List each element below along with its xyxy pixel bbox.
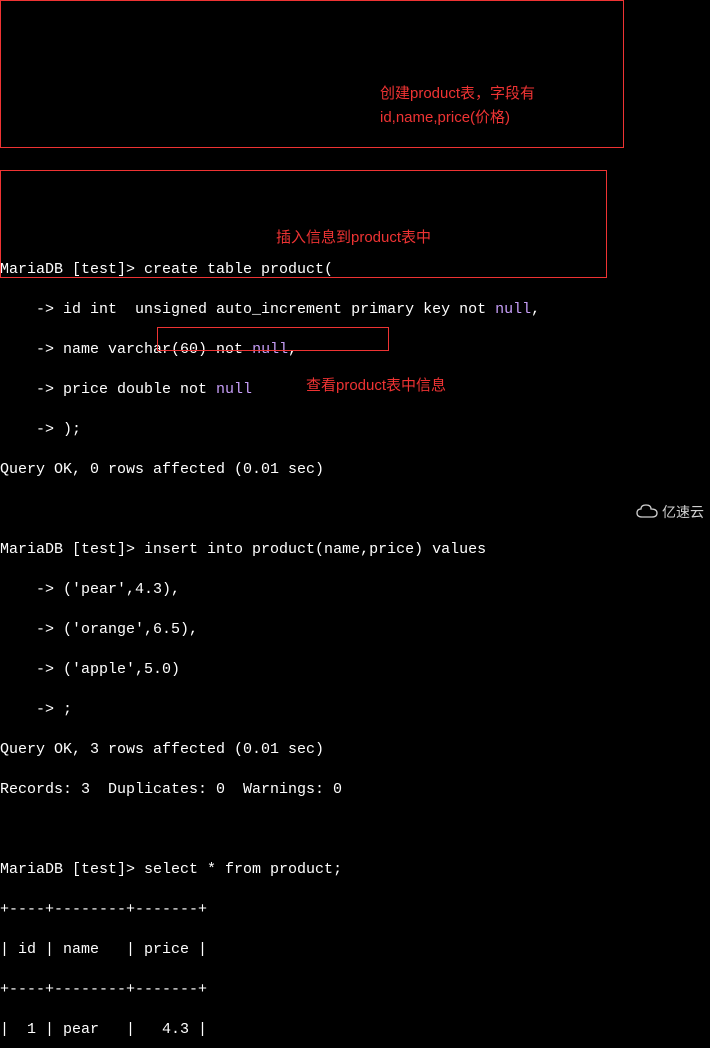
sql-stmt: insert into product(name,price) values bbox=[135, 541, 486, 558]
sql-cont: -> bbox=[0, 661, 54, 678]
sql-cont: -> bbox=[0, 301, 54, 318]
watermark: 亿速云 bbox=[636, 502, 704, 522]
annot-label-create-1: 创建product表，字段有 bbox=[380, 84, 535, 104]
sql-stmt: create table product( bbox=[135, 261, 333, 278]
table-row: | 1 | pear | 4.3 | bbox=[0, 1020, 710, 1040]
cloud-icon bbox=[636, 504, 658, 520]
sql-stmt: , bbox=[531, 301, 540, 318]
sql-stmt: price double not bbox=[54, 381, 216, 398]
sql-result: Query OK, 3 rows affected (0.01 sec) bbox=[0, 740, 710, 760]
sql-cont: -> bbox=[0, 621, 54, 638]
sql-keyword-null: null bbox=[252, 341, 288, 358]
blank-line bbox=[0, 820, 710, 840]
sql-cont: -> bbox=[0, 421, 54, 438]
sql-stmt: select * from product; bbox=[135, 861, 342, 878]
sql-cont: -> bbox=[0, 341, 54, 358]
sql-cont: -> bbox=[0, 581, 54, 598]
sql-stmt: , bbox=[288, 341, 297, 358]
sql-cont: -> bbox=[0, 381, 54, 398]
sql-cont: -> bbox=[0, 701, 54, 718]
sql-stmt: ('pear',4.3), bbox=[54, 581, 180, 598]
watermark-text: 亿速云 bbox=[662, 502, 704, 522]
sql-result: Query OK, 0 rows affected (0.01 sec) bbox=[0, 460, 710, 480]
sql-prompt: MariaDB [test]> bbox=[0, 861, 135, 878]
sql-prompt: MariaDB [test]> bbox=[0, 261, 135, 278]
annot-box-create bbox=[0, 0, 624, 148]
terminal-window: 创建product表，字段有 id,name,price(价格) 插入信息到pr… bbox=[0, 0, 710, 524]
annot-label-create-2: id,name,price(价格) bbox=[380, 108, 510, 128]
sql-stmt: ('orange',6.5), bbox=[54, 621, 198, 638]
table-separator: +----+--------+-------+ bbox=[0, 980, 710, 1000]
sql-keyword-null: null bbox=[495, 301, 531, 318]
sql-stmt: ('apple',5.0) bbox=[54, 661, 180, 678]
sql-keyword-null: null bbox=[216, 381, 252, 398]
sql-stmt: id int unsigned auto_increment primary k… bbox=[54, 301, 495, 318]
sql-prompt: MariaDB [test]> bbox=[0, 541, 135, 558]
table-header: | id | name | price | bbox=[0, 940, 710, 960]
blank-line bbox=[0, 500, 710, 520]
sql-stmt: ; bbox=[54, 701, 72, 718]
annot-label-insert: 插入信息到product表中 bbox=[276, 228, 431, 248]
sql-stmt: name varchar(60) not bbox=[54, 341, 252, 358]
sql-stmt: ); bbox=[54, 421, 81, 438]
sql-result: Records: 3 Duplicates: 0 Warnings: 0 bbox=[0, 780, 710, 800]
table-separator: +----+--------+-------+ bbox=[0, 900, 710, 920]
